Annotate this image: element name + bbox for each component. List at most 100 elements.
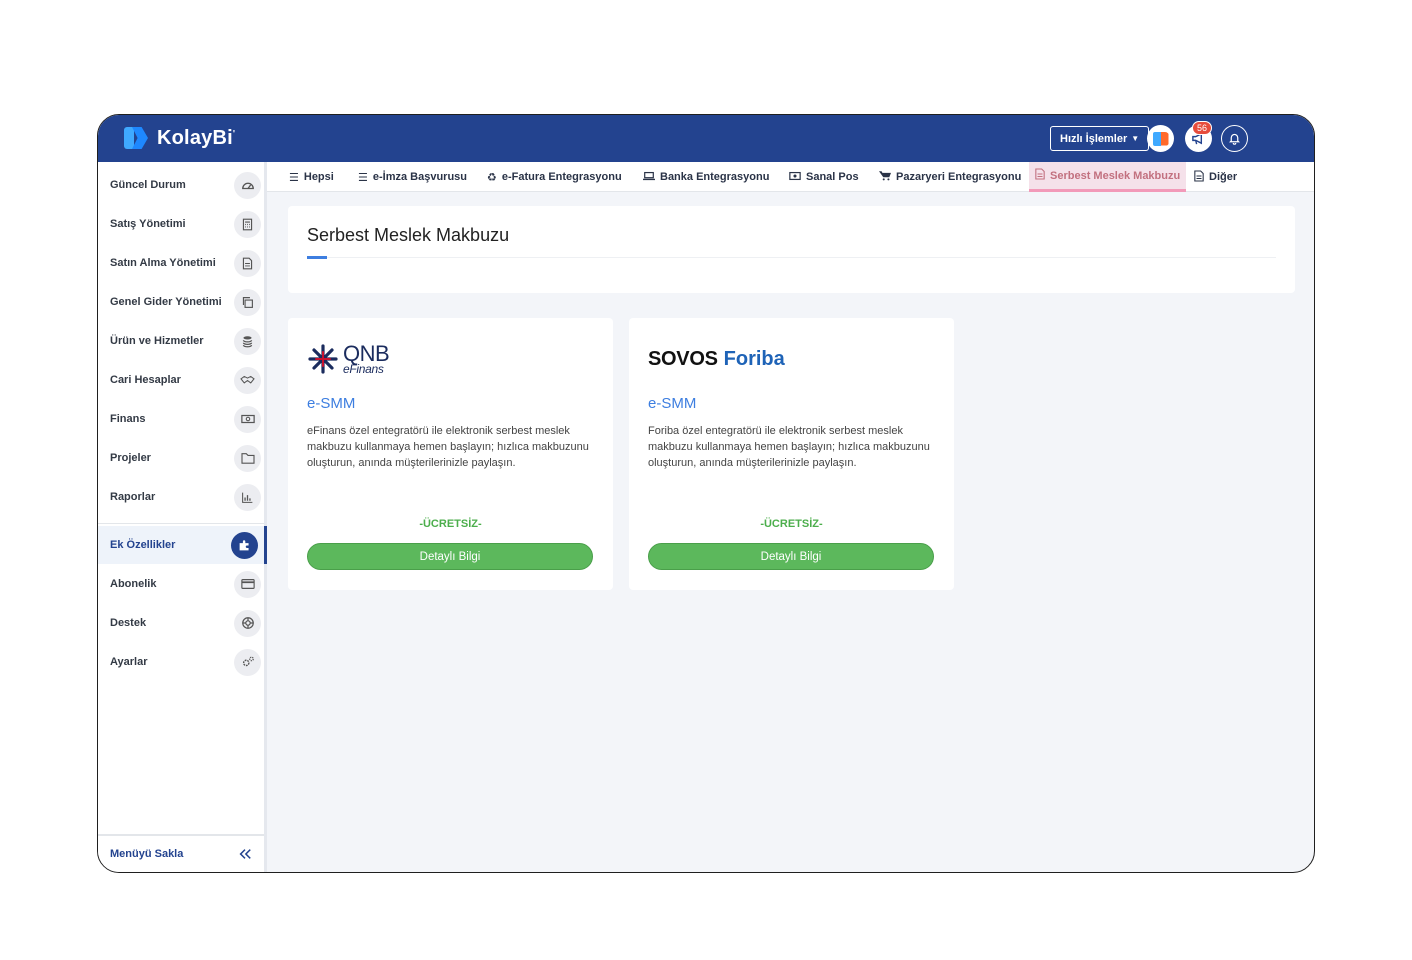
folder-icon <box>234 444 261 472</box>
sidebar-item-label: Ayarlar <box>110 656 148 668</box>
document-icon <box>234 249 261 277</box>
avatar-right-icon <box>1160 131 1169 146</box>
sovos-logo-text: SOVOS <box>648 347 718 370</box>
card-description: Foriba özel entegratörü ile elektronik s… <box>648 425 930 469</box>
notifications-button[interactable] <box>1221 125 1248 152</box>
tab-banka-entegrasyonu[interactable]: Banka Entegrasyonu <box>637 162 775 192</box>
sidebar-item-projeler[interactable]: Projeler <box>98 439 267 477</box>
hide-menu-label: Menüyü Sakla <box>110 848 184 860</box>
tab-label: Diğer <box>1209 171 1238 183</box>
quick-actions-button[interactable]: Hızlı İşlemler ▼ <box>1050 126 1150 151</box>
sidebar-item-satis-yonetimi[interactable]: Satış Yönetimi <box>98 205 267 243</box>
title-accent-bar <box>307 256 327 259</box>
efinans-logo-text: eFinans <box>343 362 384 376</box>
sidebar-item-label: Ek Özellikler <box>110 539 176 551</box>
sidebar: Güncel Durum Satış Yönetimi Satın Alma Y… <box>98 162 267 872</box>
price-label: -ÜCRETSİZ- <box>760 518 823 530</box>
quick-actions-label: Hızlı İşlemler <box>1060 132 1128 145</box>
file-icon <box>1194 169 1204 185</box>
tab-label: Serbest Meslek Makbuzu <box>1050 169 1181 182</box>
sidebar-item-abonelik[interactable]: Abonelik <box>98 565 267 603</box>
sidebar-item-genel-gider-yonetimi[interactable]: Genel Gider Yönetimi <box>98 283 267 321</box>
tab-label: Pazaryeri Entegrasyonu <box>896 171 1022 183</box>
app-name: KolayBi' <box>157 126 236 149</box>
integration-card-sovos-foriba: SOVOS Foriba e-SMM Foriba özel entegratö… <box>629 318 954 590</box>
kolaybi-logo-icon <box>124 125 150 151</box>
sidebar-item-label: Abonelik <box>110 578 157 590</box>
tab-label: e-İmza Başvurusu <box>372 171 468 183</box>
copy-icon <box>234 288 261 316</box>
card-description: eFinans özel entegratörü ile elektronik … <box>307 425 589 469</box>
sidebar-item-label: Projeler <box>110 452 151 464</box>
sidebar-item-guncel-durum[interactable]: Güncel Durum <box>98 166 267 204</box>
tab-label: Sanal Pos <box>806 171 859 183</box>
sidebar-item-label: Satış Yönetimi <box>110 218 186 230</box>
list-icon: ☰ <box>358 171 368 184</box>
handshake-icon <box>234 366 261 394</box>
sidebar-item-ek-ozellikler[interactable]: Ek Özellikler <box>98 526 267 564</box>
sidebar-item-cari-hesaplar[interactable]: Cari Hesaplar <box>98 361 267 399</box>
bell-icon <box>1228 133 1241 145</box>
category-tab-bar: ☰ Hepsi ☰ e-İmza Başvurusu ♻ e-Fatura Enteg… <box>267 162 1314 192</box>
sidebar-item-satin-alma-yonetimi[interactable]: Satın Alma Yönetimi <box>98 244 267 282</box>
tab-e-fatura-entegrasyonu[interactable]: ♻ e-Fatura Entegrasyonu <box>481 162 628 192</box>
tab-label: Banka Entegrasyonu <box>660 171 770 183</box>
tab-hepsi[interactable]: ☰ Hepsi <box>283 162 340 192</box>
app-window: KolayBi' Hızlı İşlemler ▼ 56 Güncel Duru… <box>97 114 1315 873</box>
qnb-efinans-logo: QNB eFinans <box>307 342 390 376</box>
top-bar: KolayBi' Hızlı İşlemler ▼ 56 <box>98 115 1314 162</box>
credit-card-icon <box>234 570 261 598</box>
recycle-icon: ♻ <box>487 171 497 184</box>
user-avatar-button[interactable] <box>1147 125 1174 152</box>
card-title: e-SMM <box>648 395 697 412</box>
sidebar-item-label: Güncel Durum <box>110 179 186 191</box>
foriba-logo-text: Foriba <box>723 347 785 370</box>
card-title: e-SMM <box>307 395 356 412</box>
list-icon: ☰ <box>289 171 299 184</box>
bar-chart-icon <box>234 483 261 511</box>
details-button[interactable]: Detaylı Bilgi <box>307 543 593 570</box>
sidebar-divider <box>98 523 264 524</box>
sidebar-item-label: Destek <box>110 617 147 629</box>
puzzle-icon <box>231 531 258 559</box>
sidebar-item-label: Raporlar <box>110 491 156 503</box>
notification-badge: 56 <box>1192 121 1213 135</box>
sidebar-item-raporlar[interactable]: Raporlar <box>98 478 267 516</box>
gears-icon <box>234 648 261 676</box>
tab-label: Hepsi <box>303 171 334 183</box>
sidebar-item-label: Finans <box>110 413 146 425</box>
sidebar-item-urun-ve-hizmetler[interactable]: Ürün ve Hizmetler <box>98 322 267 360</box>
lifebuoy-icon <box>234 609 261 637</box>
hide-menu-button[interactable]: Menüyü Sakla <box>98 834 264 872</box>
money-icon <box>234 405 261 433</box>
integration-card-qnb-efinans: QNB eFinans e-SMM eFinans özel entegratö… <box>288 318 613 590</box>
price-label: -ÜCRETSİZ- <box>419 518 482 530</box>
database-icon <box>234 327 261 355</box>
double-chevron-left-icon <box>239 849 251 859</box>
details-button[interactable]: Detaylı Bilgi <box>648 543 934 570</box>
sidebar-item-destek[interactable]: Destek <box>98 604 267 642</box>
tab-label: e-Fatura Entegrasyonu <box>501 171 622 183</box>
tab-diger[interactable]: Diğer <box>1188 162 1243 192</box>
page-header-card: Serbest Meslek Makbuzu <box>288 206 1295 293</box>
cart-icon <box>879 170 891 184</box>
page-title: Serbest Meslek Makbuzu <box>307 225 510 245</box>
tab-sanal-pos[interactable]: Sanal Pos <box>783 162 865 192</box>
money-icon <box>789 171 801 184</box>
sidebar-item-finans[interactable]: Finans <box>98 400 267 438</box>
sidebar-item-label: Satın Alma Yönetimi <box>110 257 216 269</box>
sidebar-item-label: Ürün ve Hizmetler <box>110 335 204 347</box>
caret-down-icon: ▼ <box>1131 134 1140 143</box>
sovos-foriba-logo: SOVOS Foriba <box>648 342 785 376</box>
sidebar-item-label: Cari Hesaplar <box>110 374 181 386</box>
calculator-icon <box>234 210 261 238</box>
sidebar-item-ayarlar[interactable]: Ayarlar <box>98 643 267 681</box>
app-logo[interactable]: KolayBi' <box>124 125 235 151</box>
tab-e-imza-basvurusu[interactable]: ☰ e-İmza Başvurusu <box>352 162 473 192</box>
tab-serbest-meslek-makbuzu[interactable]: Serbest Meslek Makbuzu <box>1029 162 1187 192</box>
header-divider <box>307 257 1276 258</box>
dashboard-icon <box>234 171 261 199</box>
tab-pazaryeri-entegrasyonu[interactable]: Pazaryeri Entegrasyonu <box>873 162 1027 192</box>
file-icon <box>1035 168 1045 183</box>
avatar-left-icon <box>1152 131 1161 146</box>
